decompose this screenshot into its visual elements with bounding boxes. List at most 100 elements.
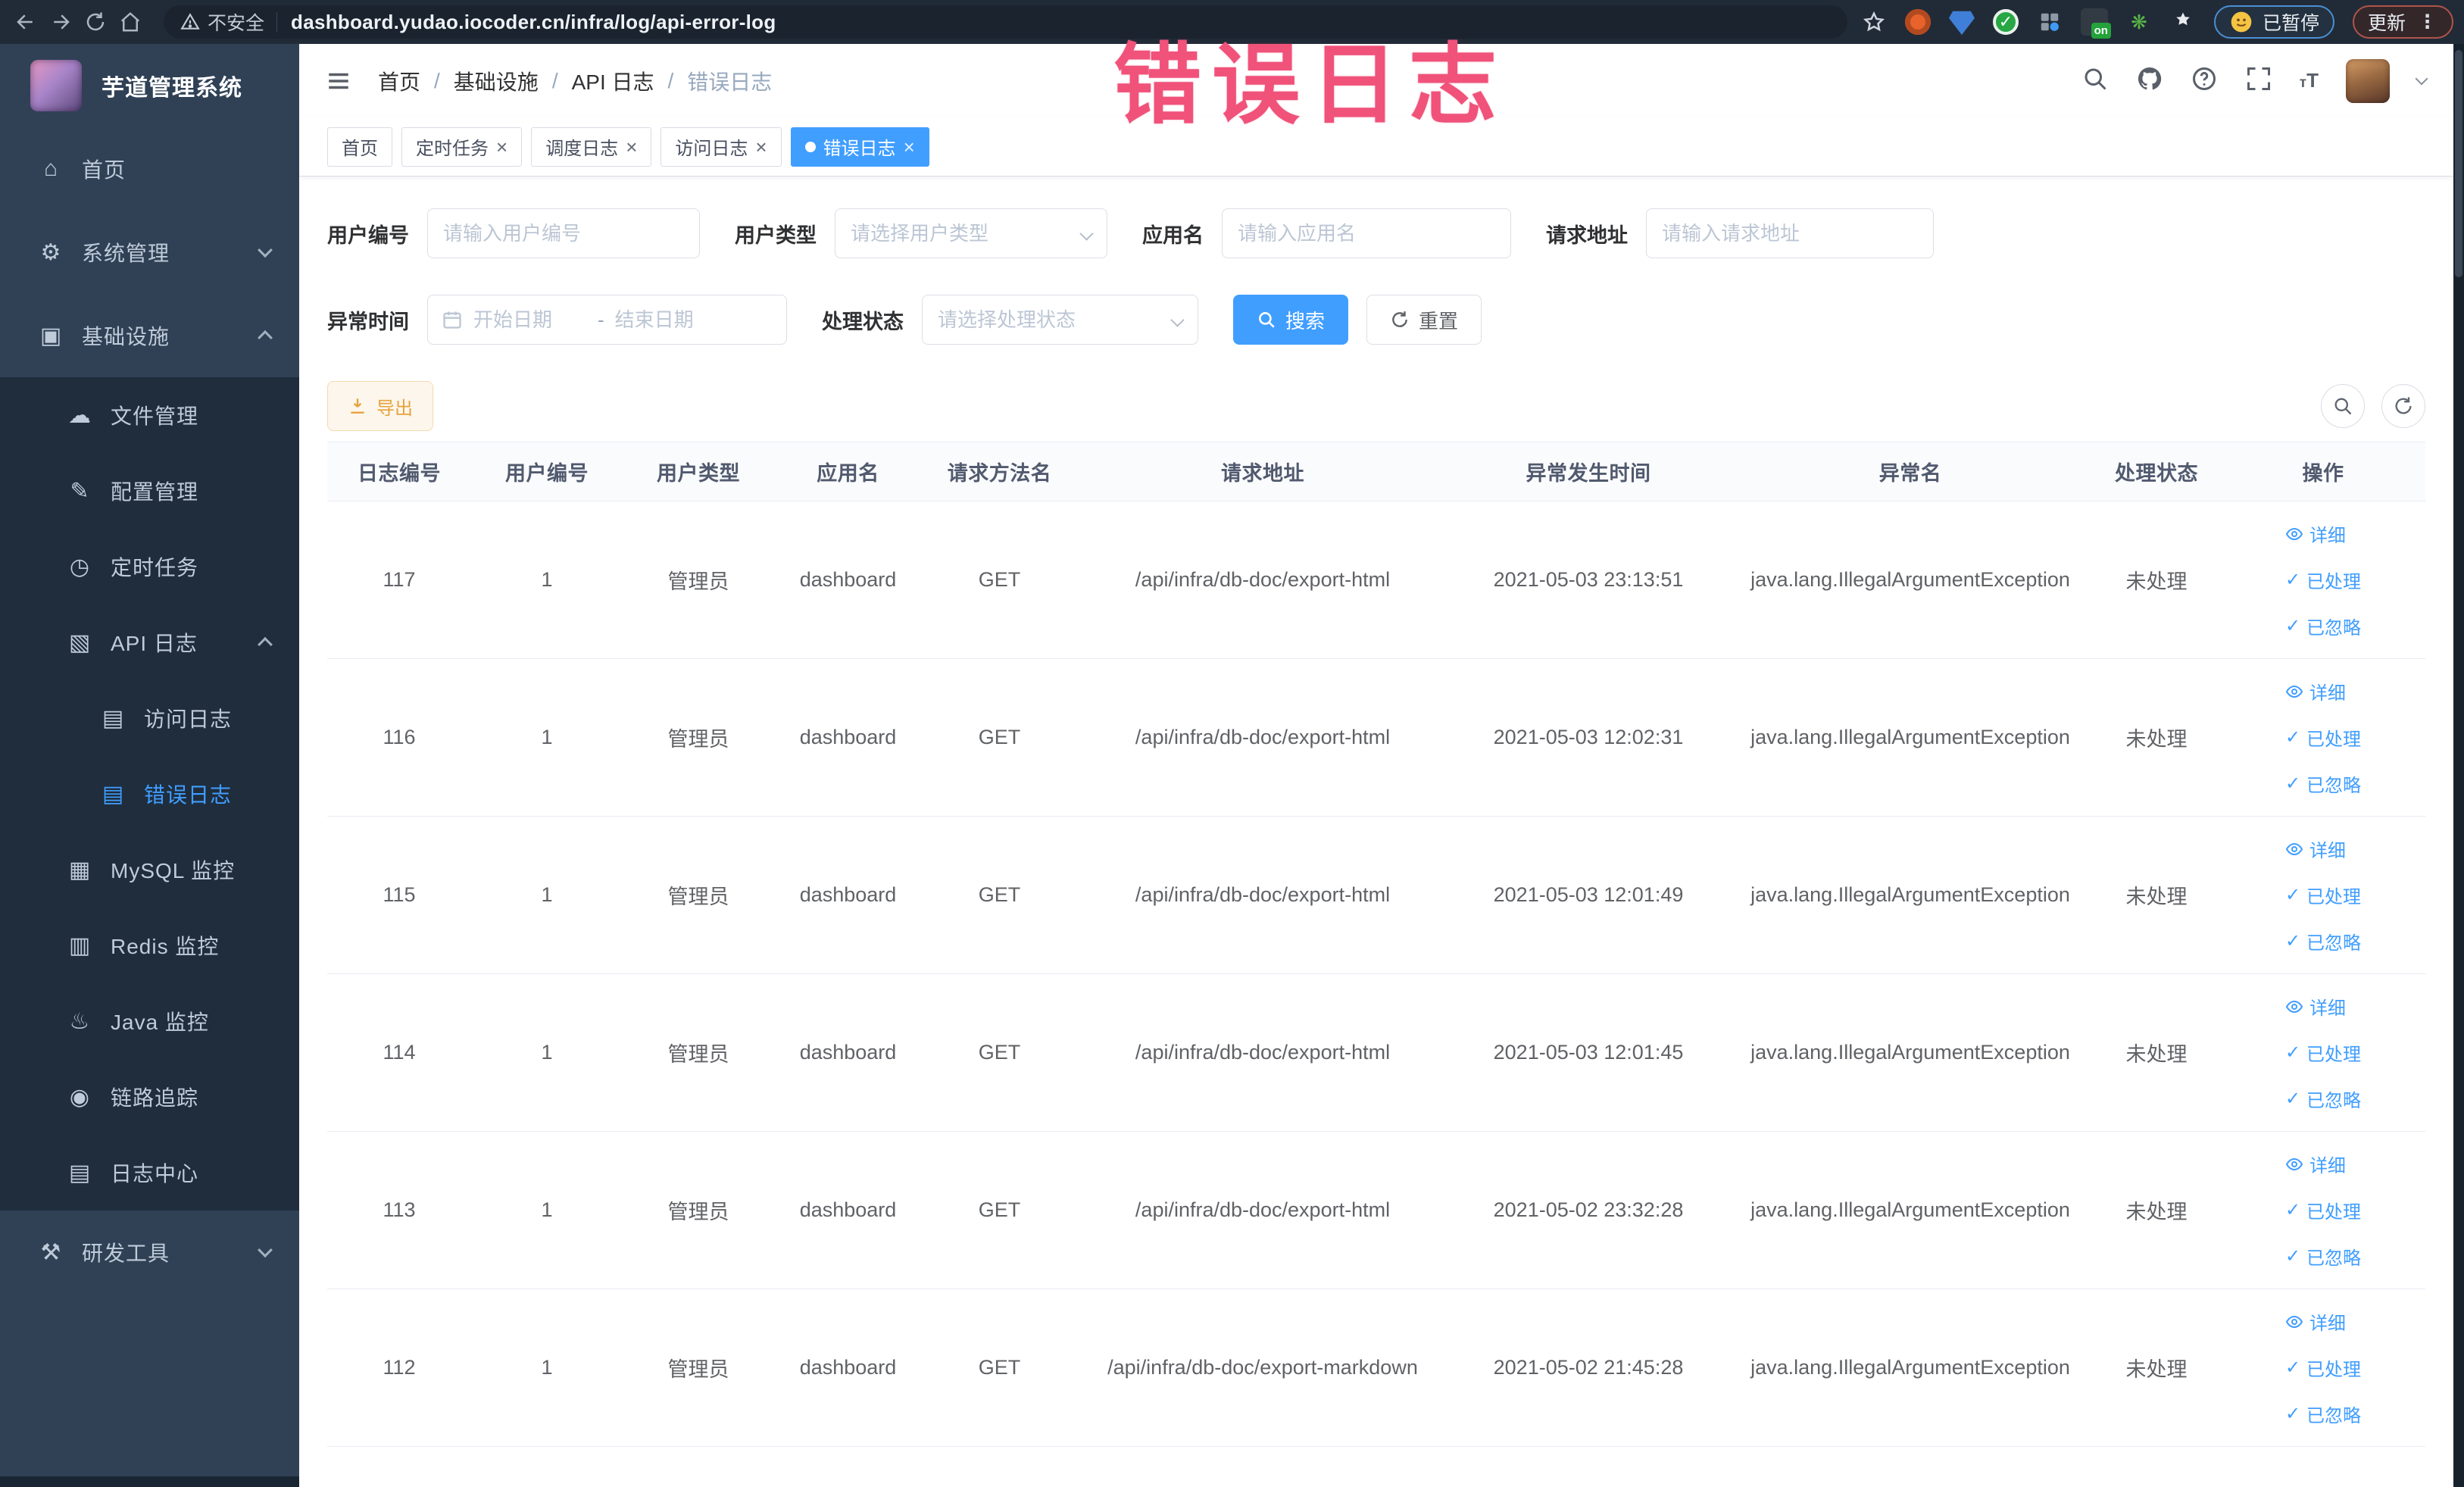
- action-detail-link[interactable]: 详细: [2285, 836, 2346, 862]
- close-icon[interactable]: ×: [755, 137, 767, 157]
- extension-icon[interactable]: ❋: [2126, 9, 2152, 35]
- close-icon[interactable]: ×: [904, 137, 915, 157]
- sidebar-item-3[interactable]: ☁ 文件管理: [0, 377, 299, 453]
- avatar-emoji-icon: [2231, 11, 2252, 33]
- app-name-input[interactable]: [1238, 221, 1495, 245]
- sidebar-item-2[interactable]: ▣ 基础设施: [0, 294, 299, 377]
- sidebar-item-8[interactable]: ▤ 错误日志: [0, 756, 299, 832]
- cell-request-url: /api/infra/db-doc/export-html: [1077, 973, 1448, 1132]
- action-detail-link[interactable]: 详细: [2285, 678, 2346, 704]
- cell-exception-name: java.lang.IllegalArgumentException: [1729, 501, 2092, 659]
- close-icon[interactable]: ×: [626, 137, 637, 157]
- tab-2[interactable]: 调度日志 ×: [531, 127, 652, 167]
- font-size-icon[interactable]: тТ: [2300, 69, 2319, 92]
- cell-user-type: 管理员: [623, 973, 774, 1132]
- end-date-input[interactable]: [614, 308, 729, 332]
- address-bar[interactable]: 不安全 dashboard.yudao.iocoder.cn/infra/log…: [164, 5, 1847, 39]
- action-detail-link[interactable]: 详细: [2285, 520, 2346, 547]
- tab-label: 访问日志: [675, 139, 748, 159]
- bookmark-star-icon[interactable]: [1861, 9, 1887, 35]
- extension-icon[interactable]: [1904, 9, 1931, 35]
- action-processed-link[interactable]: ✓ 已处理: [2285, 1354, 2361, 1381]
- close-icon[interactable]: ×: [496, 137, 507, 157]
- sidebar-item-label: Redis 监控: [111, 935, 220, 958]
- browser-menu-icon[interactable]: ⋮: [2418, 11, 2438, 33]
- breadcrumb-home[interactable]: 首页: [378, 66, 420, 96]
- profile-paused-button[interactable]: 已暂停: [2213, 5, 2334, 39]
- browser-forward-icon[interactable]: [45, 7, 76, 37]
- search-button[interactable]: 搜索: [1233, 295, 1349, 345]
- sidebar-item-4[interactable]: ✎ 配置管理: [0, 453, 299, 529]
- sidebar-item-label: 文件管理: [111, 405, 199, 428]
- user-type-select[interactable]: [835, 208, 1107, 258]
- toggle-search-button[interactable]: [2321, 384, 2365, 428]
- redis-icon: ▥: [68, 932, 91, 958]
- action-detail-link[interactable]: 详细: [2285, 993, 2346, 1020]
- sidebar-item-14[interactable]: ⚒ 研发工具: [0, 1211, 299, 1294]
- user-id-input[interactable]: [443, 221, 684, 245]
- sidebar-item-7[interactable]: ▤ 访问日志: [0, 680, 299, 756]
- reset-button[interactable]: 重置: [1366, 295, 1482, 345]
- export-button[interactable]: 导出: [327, 381, 433, 431]
- browser-reload-icon[interactable]: [80, 7, 111, 37]
- cell-log-id: 112: [327, 1289, 471, 1447]
- extensions-grid-icon[interactable]: [2037, 9, 2063, 35]
- process-status-select-input[interactable]: [938, 308, 1182, 332]
- browser-back-icon[interactable]: [11, 7, 41, 37]
- tab-0[interactable]: 首页: [327, 127, 392, 167]
- refresh-table-button[interactable]: [2381, 384, 2425, 428]
- help-icon[interactable]: [2191, 65, 2218, 96]
- fullscreen-icon[interactable]: [2245, 65, 2272, 96]
- sidebar-item-5[interactable]: ◷ 定时任务: [0, 529, 299, 604]
- date-range-picker[interactable]: -: [427, 295, 787, 345]
- extension-icon[interactable]: [1948, 11, 1975, 35]
- action-ignored-link[interactable]: ✓ 已忽略: [2285, 770, 2361, 797]
- action-processed-link[interactable]: ✓ 已处理: [2285, 567, 2361, 593]
- action-detail-link[interactable]: 详细: [2285, 1308, 2346, 1335]
- action-detail-link[interactable]: 详细: [2285, 1151, 2346, 1177]
- action-processed-link[interactable]: ✓ 已处理: [2285, 1039, 2361, 1066]
- browser-update-button[interactable]: 更新 ⋮: [2352, 5, 2453, 39]
- col-exception-time: 异常发生时间: [1448, 442, 1729, 501]
- request-url-input[interactable]: [1662, 221, 1918, 245]
- chevron-down-icon[interactable]: [2415, 72, 2428, 85]
- extensions-puzzle-icon[interactable]: [2170, 9, 2196, 35]
- search-icon[interactable]: [2081, 65, 2109, 96]
- sidebar-item-13[interactable]: ▤ 日志中心: [0, 1135, 299, 1211]
- breadcrumb-infra[interactable]: 基础设施: [454, 66, 539, 96]
- action-ignored-link[interactable]: ✓ 已忽略: [2285, 1086, 2361, 1112]
- user-avatar[interactable]: [2346, 58, 2390, 103]
- github-icon[interactable]: [2136, 65, 2163, 96]
- action-processed-link[interactable]: ✓ 已处理: [2285, 724, 2361, 751]
- sidebar-item-9[interactable]: ▦ MySQL 监控: [0, 832, 299, 908]
- search-icon: [1259, 312, 1275, 328]
- action-ignored-link[interactable]: ✓ 已忽略: [2285, 613, 2361, 639]
- breadcrumb-api-log[interactable]: API 日志: [572, 66, 654, 96]
- hamburger-icon[interactable]: [322, 64, 355, 98]
- action-processed-link[interactable]: ✓ 已处理: [2285, 882, 2361, 908]
- process-status-select[interactable]: [922, 295, 1198, 345]
- action-ignored-link[interactable]: ✓ 已忽略: [2285, 1401, 2361, 1427]
- page-scrollbar[interactable]: [2453, 44, 2464, 1487]
- extension-icon[interactable]: ✓: [1992, 9, 2019, 35]
- sidebar-item-12[interactable]: ◉ 链路追踪: [0, 1059, 299, 1135]
- tab-3[interactable]: 访问日志 ×: [661, 127, 782, 167]
- user-type-select-input[interactable]: [851, 221, 1091, 245]
- app-logo[interactable]: 芋道管理系统: [0, 44, 299, 127]
- action-processed-link[interactable]: ✓ 已处理: [2285, 1197, 2361, 1223]
- sidebar-item-1[interactable]: ⚙ 系统管理: [0, 211, 299, 294]
- page-content: 用户编号 用户类型 应用名 请求地址: [299, 177, 2453, 1487]
- sidebar-item-6[interactable]: ▧ API 日志: [0, 604, 299, 680]
- start-date-input[interactable]: [473, 308, 587, 332]
- tab-1[interactable]: 定时任务 ×: [401, 127, 523, 167]
- tab-4[interactable]: 错误日志 ×: [790, 127, 929, 167]
- action-ignored-link[interactable]: ✓ 已忽略: [2285, 928, 2361, 954]
- sidebar-item-10[interactable]: ▥ Redis 监控: [0, 908, 299, 983]
- sidebar-item-11[interactable]: ♨ Java 监控: [0, 983, 299, 1059]
- cloud-icon: ☁: [68, 402, 91, 428]
- extension-icon[interactable]: on: [2080, 8, 2111, 39]
- browser-home-icon[interactable]: [115, 7, 145, 37]
- col-actions: 操作: [2221, 442, 2425, 501]
- action-ignored-link[interactable]: ✓ 已忽略: [2285, 1243, 2361, 1270]
- sidebar-item-0[interactable]: ⌂ 首页: [0, 127, 299, 211]
